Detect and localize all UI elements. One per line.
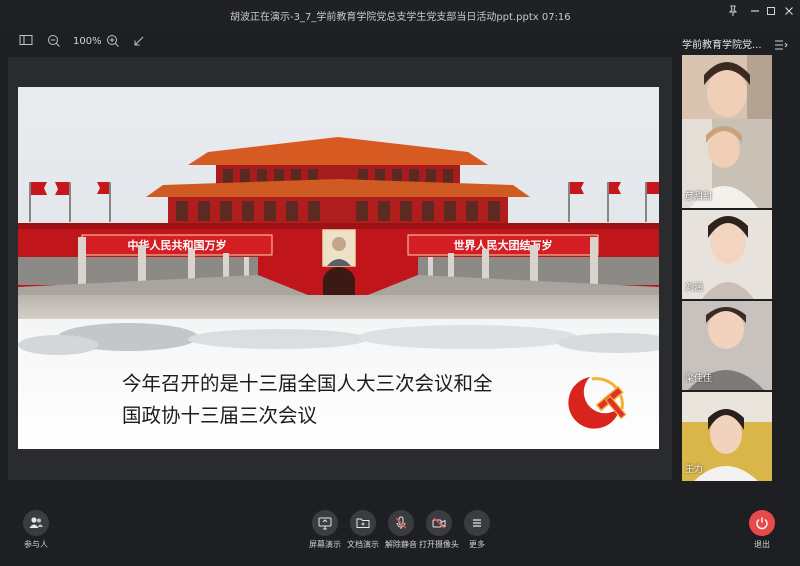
participants-panel-header: 学前教育学院党... bbox=[680, 33, 795, 53]
camera-button[interactable]: 打开摄像头 bbox=[419, 510, 459, 550]
participants-button[interactable]: 参与人 bbox=[16, 510, 56, 550]
exit-label: 退出 bbox=[754, 540, 770, 549]
participant-name: 王力 bbox=[685, 465, 704, 475]
maximize-icon[interactable] bbox=[762, 4, 780, 22]
control-bar: 参与人 屏幕演示 文档演示 解除静音 打开摄像头 更多 退出 bbox=[0, 510, 800, 566]
unmute-button[interactable]: 解除静音 bbox=[381, 510, 421, 550]
gate-arch bbox=[323, 267, 355, 295]
unmute-label: 解除静音 bbox=[385, 540, 417, 549]
menu-icon bbox=[473, 519, 481, 527]
screen-share-icon bbox=[318, 517, 332, 530]
meeting-name: 学前教育学院党... bbox=[682, 40, 762, 51]
more-button[interactable]: 更多 bbox=[457, 510, 497, 550]
doc-share-label: 文档演示 bbox=[347, 540, 379, 549]
doc-share-button[interactable]: 文档演示 bbox=[343, 510, 383, 550]
right-banner: 世界人民大团结万岁 bbox=[407, 234, 599, 256]
sidebar-toggle-icon[interactable] bbox=[18, 34, 34, 50]
slide: 中华人民共和国万岁 世界人民大团结万岁 今年召开的是十三届全国人大三次会议和全 … bbox=[18, 87, 659, 449]
slide-caption-line-1: 今年召开的是十三届全国人大三次会议和全 bbox=[122, 372, 493, 395]
screen-share-button[interactable]: 屏幕演示 bbox=[305, 510, 345, 550]
participant-name: 刘涵 bbox=[685, 283, 704, 293]
more-label: 更多 bbox=[469, 540, 485, 549]
screen-share-label: 屏幕演示 bbox=[309, 540, 341, 549]
viewer-toolbar: 100% bbox=[8, 32, 673, 54]
participant-name: 彦甜甜 bbox=[685, 192, 713, 202]
participant-tile[interactable]: 彦甜甜 bbox=[682, 119, 772, 208]
fit-screen-icon[interactable] bbox=[131, 34, 147, 50]
slide-caption: 今年召开的是十三届全国人大三次会议和全 国政协十三届三次会议 bbox=[122, 368, 562, 432]
list-layout-icon[interactable] bbox=[774, 36, 788, 55]
pin-icon[interactable] bbox=[724, 4, 742, 22]
slide-caption-line-2: 国政协十三届三次会议 bbox=[122, 404, 318, 427]
microphone-muted-icon bbox=[395, 516, 407, 529]
title-bar: 胡波正在演示-3_7_学前教育学院党总支学生党支部当日活动ppt.pptx 07… bbox=[0, 0, 800, 30]
participant-name: 梁佳佳 bbox=[685, 374, 713, 384]
participant-tile[interactable]: 王力 bbox=[682, 392, 772, 481]
meeting-window: 胡波正在演示-3_7_学前教育学院党总支学生党支部当日活动ppt.pptx 07… bbox=[0, 0, 800, 566]
zoom-level: 100% bbox=[73, 36, 102, 47]
folder-icon bbox=[356, 518, 370, 528]
close-icon[interactable] bbox=[780, 4, 798, 22]
left-banner: 中华人民共和国万岁 bbox=[81, 234, 273, 256]
exit-button[interactable]: 退出 bbox=[742, 510, 782, 550]
portrait bbox=[322, 229, 356, 267]
participants-label: 参与人 bbox=[24, 540, 48, 549]
participant-tile[interactable]: 梁佳佳 bbox=[682, 301, 772, 390]
power-icon bbox=[756, 517, 768, 530]
zoom-out-icon[interactable] bbox=[46, 34, 62, 50]
plaza bbox=[18, 295, 659, 322]
camera-label: 打开摄像头 bbox=[419, 540, 459, 549]
camera-off-icon bbox=[432, 517, 446, 529]
people-icon bbox=[29, 517, 43, 528]
presentation-stage: 中华人民共和国万岁 世界人民大团结万岁 今年召开的是十三届全国人大三次会议和全 … bbox=[8, 57, 672, 480]
zoom-in-icon[interactable] bbox=[105, 34, 121, 50]
window-title: 胡波正在演示-3_7_学前教育学院党总支学生党支部当日活动ppt.pptx 07… bbox=[230, 12, 571, 23]
participant-tile[interactable]: 刘涵 bbox=[682, 210, 772, 299]
